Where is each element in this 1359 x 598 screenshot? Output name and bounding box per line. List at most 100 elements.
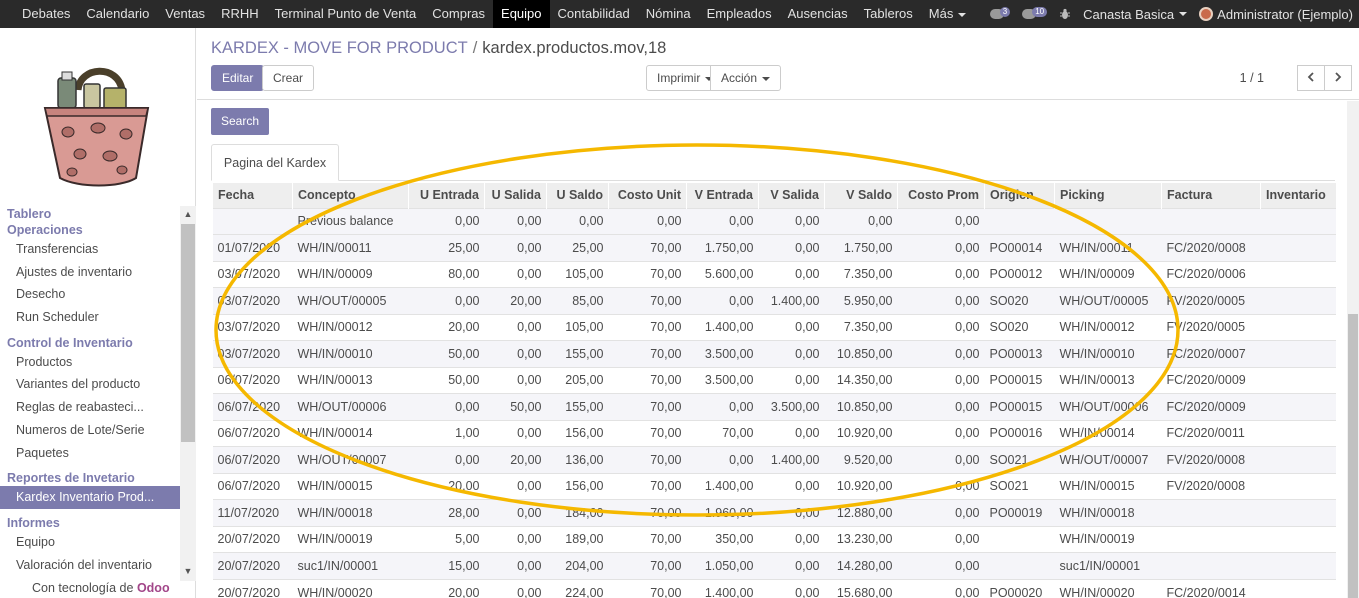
table-row[interactable]: 06/07/2020 WH/OUT/00006 0,00 50,00 155,00 70,…: [212, 393, 1336, 420]
table-row[interactable]: 03/07/2020 WH/OUT/00005 0,00 20,00 85,00 70,0…: [212, 287, 1336, 314]
activity-button[interactable]: 10: [1016, 7, 1053, 19]
column-header-u-entrada[interactable]: U Entrada: [408, 183, 485, 208]
topmenu-item-rrhh[interactable]: RRHH: [213, 0, 267, 28]
topmenu-item-compras[interactable]: Compras: [424, 0, 493, 28]
column-header-v-entrada[interactable]: V Entrada: [686, 183, 759, 208]
company-logo[interactable]: [0, 28, 196, 204]
column-header-picking[interactable]: Picking: [1054, 183, 1162, 208]
edit-button[interactable]: Editar: [211, 65, 265, 91]
pager-value[interactable]: 1 / 1: [1240, 71, 1264, 85]
table-cell: [1260, 446, 1336, 473]
sidebar-item-desecho[interactable]: Desecho: [0, 283, 180, 306]
menu-section-tablero[interactable]: Tablero: [0, 206, 180, 222]
menu-section-reportes-de-invetario[interactable]: Reportes de Invetario: [0, 470, 180, 486]
table-cell: 70,00: [686, 419, 759, 447]
topmenu-item-m-s[interactable]: Más: [921, 0, 975, 28]
search-button[interactable]: Search: [211, 108, 270, 135]
column-header-costo-prom[interactable]: Costo Prom: [897, 183, 985, 208]
table-cell: 0,00: [484, 340, 547, 367]
topmenu-item-ventas[interactable]: Ventas: [157, 0, 213, 28]
table-cell: WH/IN/00012: [292, 313, 409, 341]
table-row[interactable]: 20/07/2020 WH/IN/00020 20,00 0,00 224,00 70,0…: [212, 578, 1336, 598]
sidebar-scrollbar[interactable]: ▲ ▼: [180, 206, 196, 581]
scrollbar-thumb[interactable]: [1348, 314, 1358, 598]
column-header-v-saldo[interactable]: V Saldo: [824, 183, 898, 208]
user-menu[interactable]: Administrator (Ejemplo): [1193, 7, 1359, 22]
bug-debug-button[interactable]: [1053, 8, 1077, 20]
sidebar-item-transferencias[interactable]: Transferencias: [0, 238, 180, 261]
column-header-u-salida[interactable]: U Salida: [484, 183, 547, 208]
column-header-concepto[interactable]: Concepto: [292, 183, 409, 208]
table-cell: [1260, 578, 1336, 598]
sidebar-item-equipo[interactable]: Equipo: [0, 531, 180, 554]
table-row[interactable]: 20/07/2020 WH/IN/00019 5,00 0,00 189,00 70,00…: [212, 525, 1336, 553]
table-row[interactable]: 01/07/2020 WH/IN/00011 25,00 0,00 25,00 70,00…: [212, 234, 1336, 261]
column-header-inventario[interactable]: Inventario: [1260, 183, 1336, 208]
column-header-u-saldo[interactable]: U Saldo: [546, 183, 609, 208]
table-cell: 15,00: [408, 552, 485, 579]
table-row[interactable]: Previous balance 0,00 0,00 0,00 0,00 0,00 0,00…: [212, 207, 1336, 235]
pager-previous-button[interactable]: [1297, 65, 1325, 91]
sidebar-item-paquetes[interactable]: Paquetes: [0, 442, 180, 465]
sidebar-item-numeros-de-lote-serie[interactable]: Numeros de Lote/Serie: [0, 419, 180, 442]
menu-section-informes[interactable]: Informes: [0, 515, 180, 531]
table-cell: 0,00: [897, 472, 985, 500]
menu-section-control-de-inventario[interactable]: Control de Inventario: [0, 335, 180, 351]
chat-button[interactable]: 3: [984, 7, 1016, 19]
sidebar-item-reglas-de-reabasteci[interactable]: Reglas de reabasteci...: [0, 396, 180, 419]
company-switcher[interactable]: Canasta Basica: [1077, 7, 1193, 22]
sidebar-item-ajustes-de-inventario[interactable]: Ajustes de inventario: [0, 261, 180, 284]
column-header-costo-unit[interactable]: Costo Unit: [608, 183, 687, 208]
table-row[interactable]: 11/07/2020 WH/IN/00018 28,00 0,00 184,00 70,0…: [212, 499, 1336, 526]
table-cell: 20,00: [408, 313, 485, 341]
create-button[interactable]: Crear: [262, 65, 315, 91]
table-cell: 0,00: [758, 366, 825, 394]
topmenu-item-tableros[interactable]: Tableros: [856, 0, 921, 28]
table-cell: WH/IN/00013: [292, 366, 409, 394]
content-scrollbar[interactable]: [1347, 101, 1359, 598]
topmenu-item-ausencias[interactable]: Ausencias: [780, 0, 856, 28]
topmenu-item-equipo[interactable]: Equipo: [493, 0, 550, 28]
topmenu-item-terminal-punto-de-venta[interactable]: Terminal Punto de Venta: [267, 0, 425, 28]
table-cell: 0,00: [484, 207, 547, 235]
table-cell: 03/07/2020: [212, 313, 293, 341]
sidebar-item-kardex-inventario-prod[interactable]: Kardex Inventario Prod...: [0, 486, 180, 509]
scroll-up-icon[interactable]: ▲: [183, 209, 193, 219]
table-cell: 0,00: [897, 313, 985, 341]
pager-next-button[interactable]: [1324, 65, 1352, 91]
table-row[interactable]: 06/07/2020 WH/OUT/00007 0,00 20,00 136,00 70,…: [212, 446, 1336, 473]
column-header-factura[interactable]: Factura: [1161, 183, 1261, 208]
table-row[interactable]: 03/07/2020 WH/IN/00010 50,00 0,00 155,00 70,0…: [212, 340, 1336, 367]
top-navbar: Debates Calendario Ventas RRHH Terminal Punt…: [0, 0, 1359, 28]
sidebar-item-valoraci-n-del-inventario[interactable]: Valoración del inventario: [0, 554, 180, 577]
scroll-down-icon[interactable]: ▼: [183, 566, 193, 576]
sidebar-item-productos[interactable]: Productos: [0, 351, 180, 374]
breadcrumb-parent[interactable]: KARDEX - MOVE FOR PRODUCT: [211, 39, 468, 57]
topmenu-item-n-mina[interactable]: Nómina: [638, 0, 699, 28]
column-header-fecha[interactable]: Fecha: [212, 183, 293, 208]
table-row[interactable]: 06/07/2020 WH/IN/00015 20,00 0,00 156,00 70,0…: [212, 472, 1336, 500]
table-row[interactable]: 06/07/2020 WH/IN/00013 50,00 0,00 205,00 70,0…: [212, 366, 1336, 394]
column-header-origien[interactable]: Origien: [984, 183, 1055, 208]
menu-section-operaciones[interactable]: Operaciones: [0, 222, 180, 238]
table-cell: 12.880,00: [824, 499, 898, 526]
column-header-v-salida[interactable]: V Salida: [758, 183, 825, 208]
table-row[interactable]: 03/07/2020 WH/IN/00009 80,00 0,00 105,00 70,0…: [212, 260, 1336, 288]
sidebar-item-run-scheduler[interactable]: Run Scheduler: [0, 306, 180, 329]
table-cell: 204,00: [546, 552, 609, 579]
table-row[interactable]: 20/07/2020 suc1/IN/00001 15,00 0,00 204,00 70…: [212, 552, 1336, 579]
sidebar-item-variantes-del-producto[interactable]: Variantes del producto: [0, 373, 180, 396]
table-cell: WH/IN/00020: [1054, 578, 1162, 598]
topmenu-item-contabilidad[interactable]: Contabilidad: [550, 0, 638, 28]
topmenu-item-calendario[interactable]: Calendario: [78, 0, 157, 28]
scrollbar-thumb[interactable]: [181, 224, 195, 442]
table-row[interactable]: 03/07/2020 WH/IN/00012 20,00 0,00 105,00 70,0…: [212, 313, 1336, 341]
tab-pagina-del-kardex[interactable]: Pagina del Kardex: [211, 144, 339, 181]
topmenu-item-debates[interactable]: Debates: [14, 0, 78, 28]
powered-by[interactable]: Con tecnología de Odoo: [32, 581, 170, 595]
table-cell: [1260, 207, 1336, 235]
action-dropdown[interactable]: Acción: [710, 65, 782, 91]
table-row[interactable]: 06/07/2020 WH/IN/00014 1,00 0,00 156,00 70,00…: [212, 419, 1336, 447]
topmenu-item-empleados[interactable]: Empleados: [699, 0, 780, 28]
table-cell: [1260, 393, 1336, 420]
